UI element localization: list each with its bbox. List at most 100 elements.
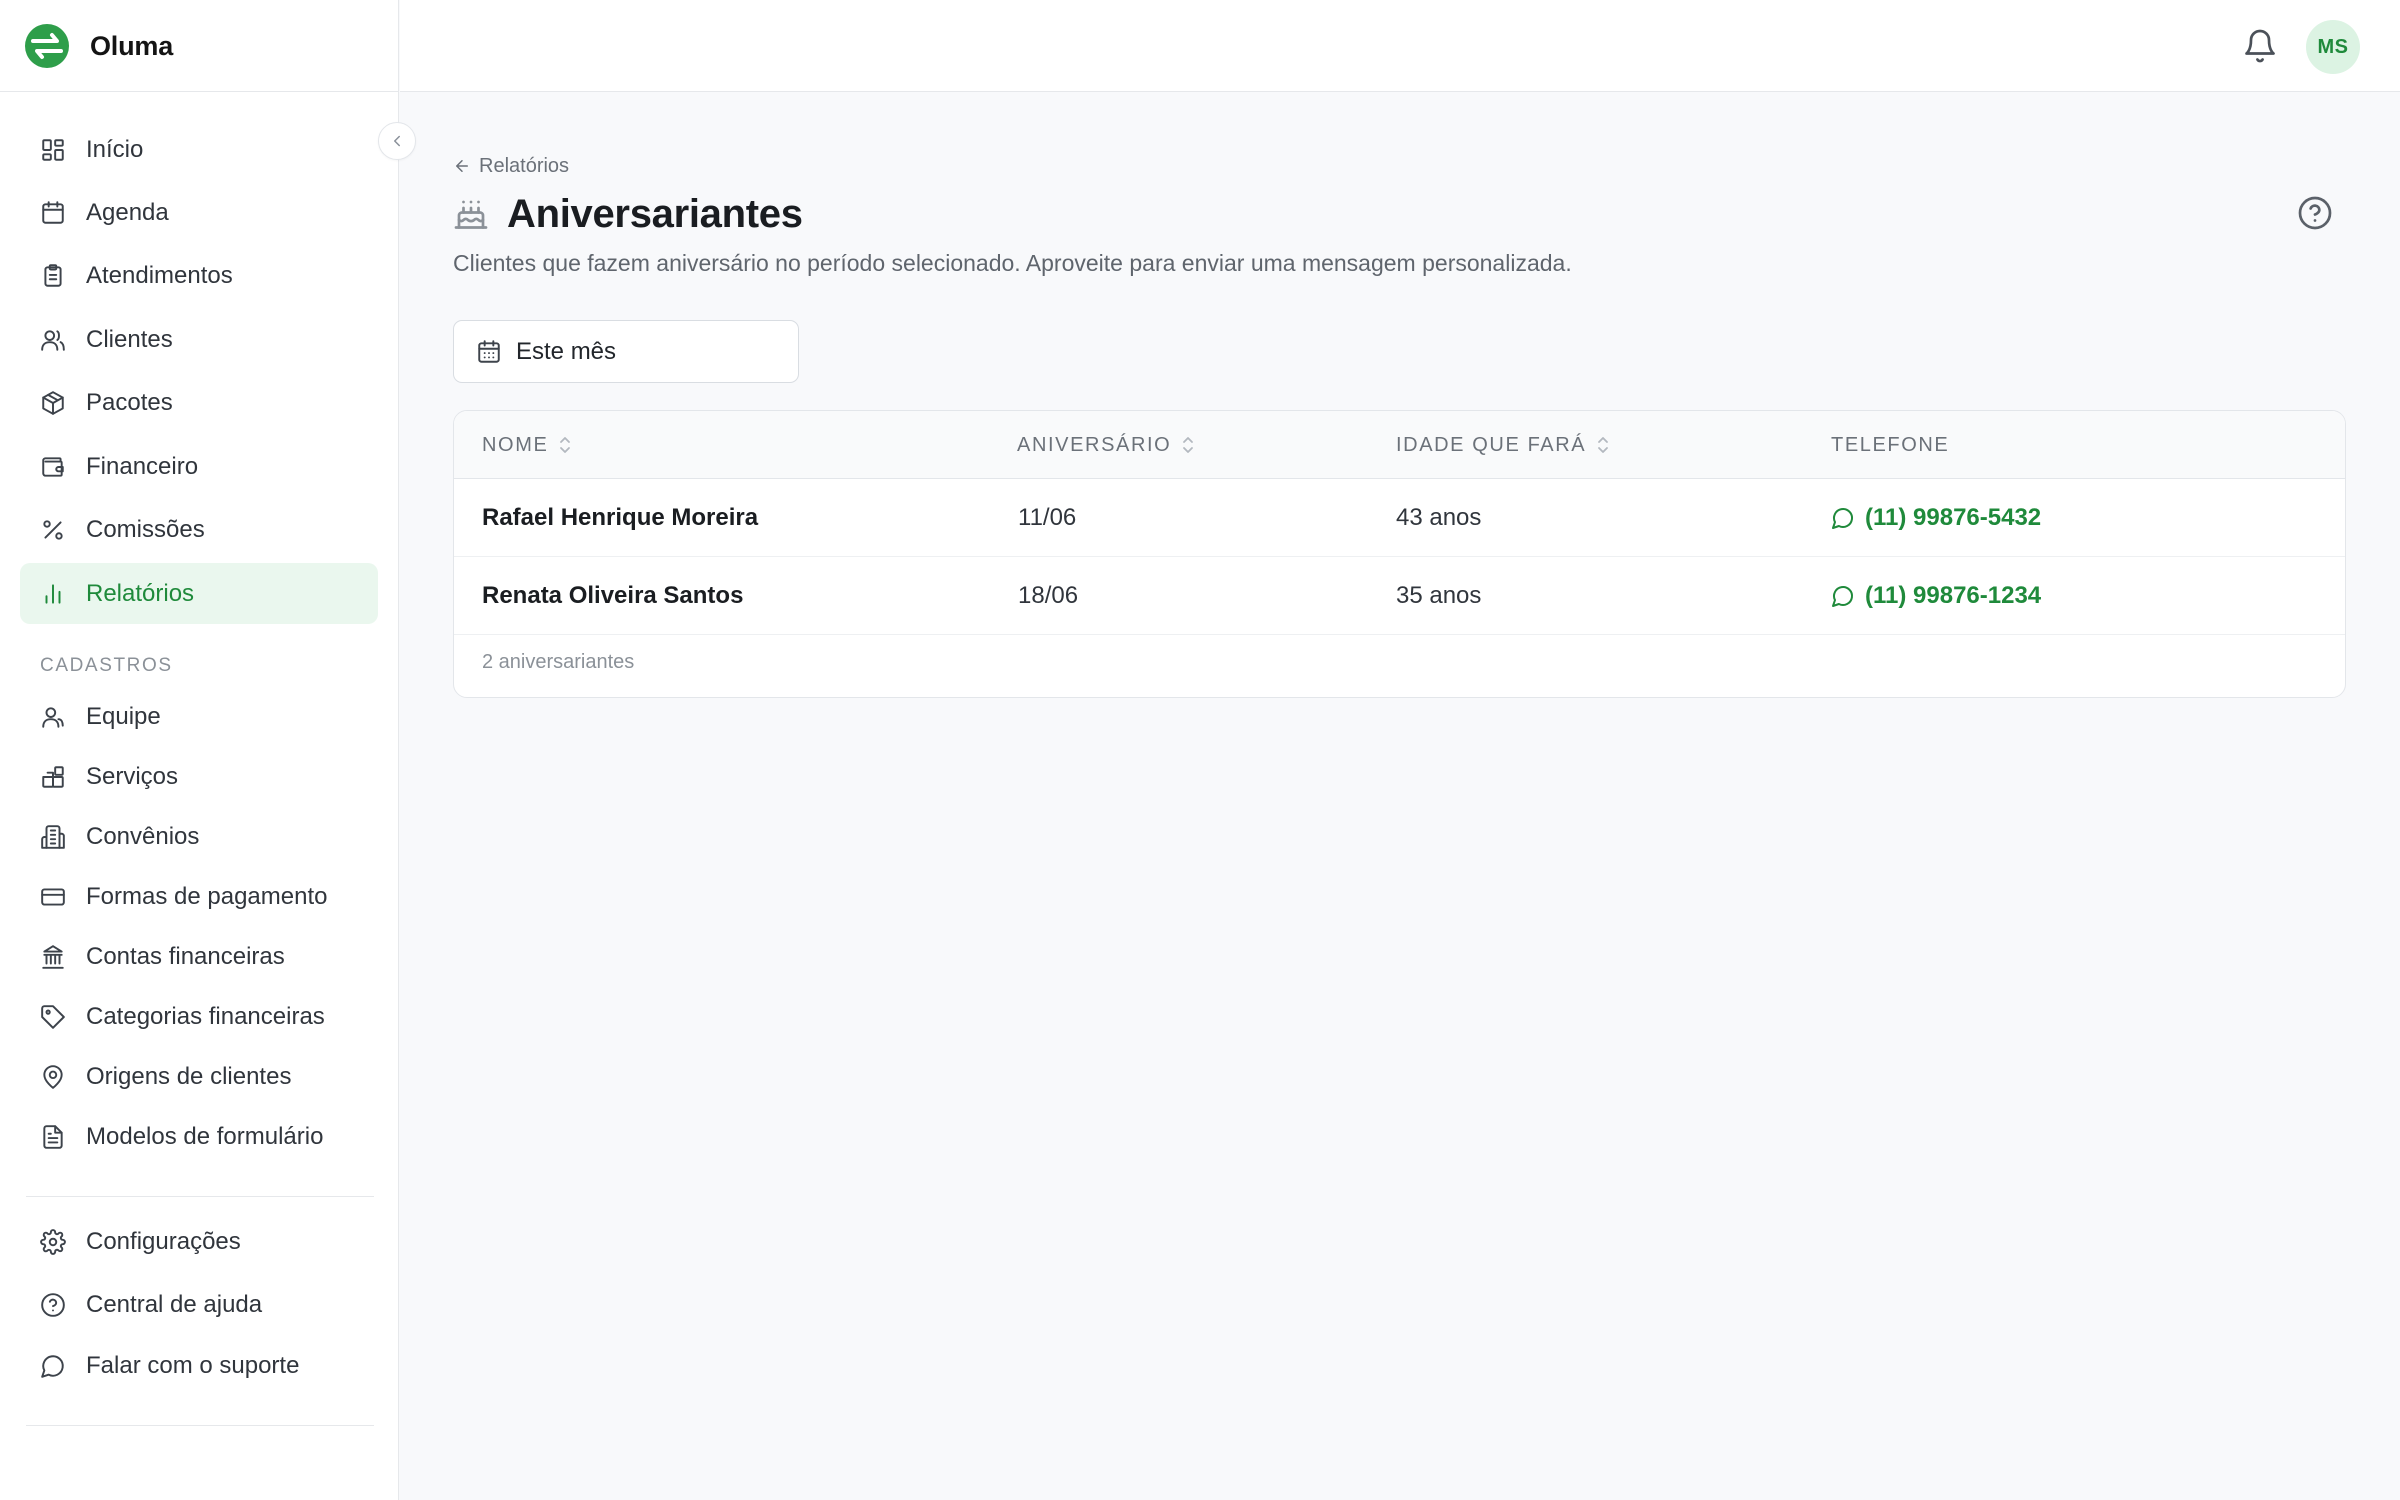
sidebar-item-financeiro[interactable]: Financeiro (20, 436, 378, 497)
cell-idade: 35 anos (1396, 582, 1482, 609)
help-button[interactable] (2297, 195, 2333, 231)
bell-icon (2245, 29, 2275, 63)
calendar-icon (42, 200, 64, 224)
period-selector[interactable]: Este mês (453, 320, 799, 383)
help-circle-icon (41, 1292, 65, 1317)
sidebar-item-label: Central de ajuda (86, 1290, 263, 1318)
sidebar-item-contas-financeiras[interactable]: Contas financeiras (20, 926, 378, 987)
cake-icon (454, 200, 488, 229)
sidebar-item-atendimentos[interactable]: Atendimentos (20, 245, 378, 306)
gear-icon (40, 1228, 66, 1255)
user-group-icon (42, 706, 64, 728)
column-header-label: IDADE QUE FARÁ (1396, 433, 1587, 456)
column-header-label: NOME (482, 433, 549, 456)
users-icon (41, 329, 65, 351)
breadcrumb-label: Relatórios (479, 154, 570, 177)
sidebar-item-label: Modelos de formulário (86, 1122, 324, 1150)
sidebar-item-label: Convênios (86, 822, 200, 850)
collapse-sidebar-button[interactable] (378, 122, 416, 160)
sidebar-item-agenda[interactable]: Agenda (20, 182, 378, 243)
sidebar-item-label: Configurações (86, 1227, 241, 1255)
sidebar-item-central-ajuda[interactable]: Central de ajuda (20, 1274, 378, 1335)
cell-idade: 43 anos (1396, 504, 1482, 531)
column-header-aniversario[interactable]: ANIVERSÁRIO (1017, 411, 1195, 479)
table-row: Renata Oliveira Santos 18/06 35 anos (11… (454, 557, 2345, 635)
sidebar-item-comissoes[interactable]: Comissões (20, 499, 378, 560)
phone-number: (11) 99876-5432 (1865, 504, 2042, 531)
column-header-label: TELEFONE (1831, 433, 1950, 456)
sidebar-item-label: Serviços (86, 762, 179, 790)
calendar-icon (478, 339, 500, 363)
avatar[interactable]: MS (2306, 20, 2360, 74)
sidebar-item-origens-clientes[interactable]: Origens de clientes (20, 1046, 378, 1107)
sidebar-item-label: Falar com o suporte (86, 1351, 300, 1379)
sidebar-item-label: Relatórios (86, 579, 195, 607)
arrow-left-icon (456, 160, 468, 172)
sidebar-item-servicos[interactable]: Serviços (20, 746, 378, 807)
sidebar-item-equipe[interactable]: Equipe (20, 686, 378, 747)
building-icon (41, 824, 65, 849)
divider (0, 91, 399, 92)
bank-icon (42, 944, 64, 969)
chat-icon (1832, 508, 1853, 529)
sidebar-item-relatorios[interactable]: Relatórios (20, 563, 378, 624)
table-row: Rafael Henrique Moreira 11/06 43 anos (1… (454, 479, 2345, 557)
sidebar-item-inicio[interactable]: Início (20, 119, 378, 180)
sidebar-item-pacotes[interactable]: Pacotes (20, 372, 378, 433)
sidebar-item-label: Comissões (86, 515, 205, 543)
divider (26, 1425, 374, 1426)
cell-aniversario: 18/06 (1018, 582, 1079, 609)
sidebar-item-categorias-financeiras[interactable]: Categorias financeiras (20, 986, 378, 1047)
sidebar-item-label: Atendimentos (86, 261, 233, 289)
file-text-icon (43, 1124, 63, 1149)
sidebar-item-label: Clientes (86, 325, 173, 353)
sidebar-item-label: Categorias financeiras (86, 1002, 325, 1030)
divider (26, 1196, 374, 1197)
column-header-nome[interactable]: NOME (482, 411, 572, 479)
page-header: Aniversariantes (453, 188, 803, 240)
sidebar-item-falar-suporte[interactable]: Falar com o suporte (20, 1335, 378, 1396)
page-title: Aniversariantes (507, 191, 803, 236)
cell-nome: Rafael Henrique Moreira (482, 504, 759, 531)
chat-icon (1832, 586, 1853, 607)
sidebar-item-label: Agenda (86, 198, 169, 226)
sort-icon (1183, 437, 1194, 453)
column-header-idade[interactable]: IDADE QUE FARÁ (1396, 411, 1610, 479)
dashboard-icon (42, 138, 64, 161)
sidebar-item-label: Financeiro (86, 452, 199, 480)
sidebar-item-convenios[interactable]: Convênios (20, 806, 378, 867)
chat-icon (41, 1354, 64, 1378)
credit-card-icon (41, 887, 65, 906)
page-subtitle: Clientes que fazem aniversário no períod… (453, 250, 1572, 276)
sidebar-item-label: Equipe (86, 702, 161, 730)
phone-link[interactable]: (11) 99876-1234 (1831, 557, 2041, 635)
phone-link[interactable]: (11) 99876-5432 (1831, 479, 2041, 557)
top-bar (400, 0, 2400, 92)
notifications-button[interactable] (2242, 28, 2278, 64)
chevron-left-icon (394, 135, 400, 147)
breadcrumb-back-link[interactable]: Relatórios (453, 152, 569, 180)
cell-aniversario: 11/06 (1018, 504, 1077, 531)
sidebar-item-clientes[interactable]: Clientes (20, 309, 378, 370)
sidebar-item-label: Contas financeiras (86, 942, 285, 970)
help-circle-icon (2298, 196, 2332, 230)
sidebar-item-formas-pagamento[interactable]: Formas de pagamento (20, 866, 378, 927)
wallet-icon (42, 456, 64, 477)
sidebar-item-label: Início (86, 135, 144, 163)
column-header-label: ANIVERSÁRIO (1017, 433, 1172, 456)
table-header: NOME ANIVERSÁRIO IDADE QUE FARÁ TELEFONE (454, 411, 2345, 479)
sidebar-item-modelos-formulario[interactable]: Modelos de formulário (20, 1106, 378, 1167)
phone-number: (11) 99876-1234 (1865, 582, 2042, 609)
percent-icon (43, 519, 63, 540)
sidebar-item-label: Pacotes (86, 388, 173, 416)
sidebar-item-configuracoes[interactable]: Configurações (20, 1211, 378, 1272)
cell-nome: Renata Oliveira Santos (482, 582, 744, 609)
tag-icon (41, 1004, 65, 1029)
bar-chart-icon (45, 583, 61, 604)
sort-icon (560, 437, 571, 453)
brand[interactable]: Oluma (24, 22, 173, 70)
clipboard-icon (44, 263, 62, 287)
column-header-telefone: TELEFONE (1831, 411, 1949, 479)
sidebar-item-label: Formas de pagamento (86, 882, 328, 910)
section-title-cadastros: CADASTROS (40, 655, 173, 676)
